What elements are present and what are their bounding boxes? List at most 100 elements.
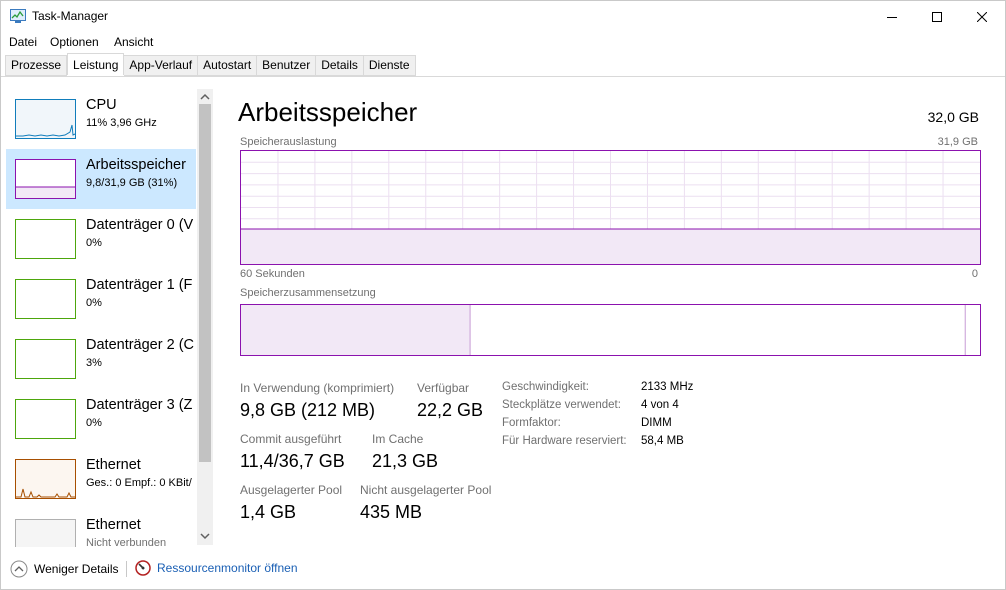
detail-key-speed: Geschwindigkeit: — [502, 381, 589, 393]
composition-in-use[interactable] — [241, 305, 471, 355]
disk-thumbnail — [15, 219, 76, 259]
cpu-thumbnail — [15, 99, 76, 139]
sidebar-item-arbeitsspeicher[interactable]: Arbeitsspeicher 9,8/31,9 GB (31%) — [6, 149, 196, 209]
in-use-value: 9,8 GB (212 MB) — [240, 400, 376, 420]
sidebar-item-datentraeger-1[interactable]: Datenträger 1 (F 0% — [6, 269, 196, 329]
tab-benutzer[interactable]: Benutzer — [257, 55, 317, 76]
sidebar-item-sub: 0% — [86, 237, 102, 249]
resource-monitor-icon — [135, 560, 151, 576]
sidebar-item-cpu[interactable]: CPU 11% 3,96 GHz — [6, 89, 196, 149]
performance-sidebar: CPU 11% 3,96 GHz Arbeitsspeicher 9,8/31,… — [6, 89, 196, 547]
commit-label: Commit ausgeführt — [240, 432, 342, 446]
composition-canvas — [241, 305, 966, 355]
memory-composition-bar[interactable] — [240, 304, 981, 356]
sidebar-item-sub: 0% — [86, 297, 102, 309]
cache-label: Im Cache — [372, 432, 424, 446]
disk-thumbnail — [15, 279, 76, 319]
sidebar-item-ethernet[interactable]: Ethernet Ges.: 0 Empf.: 0 KBit/ — [6, 449, 196, 509]
paged-pool-label: Ausgelagerter Pool — [240, 483, 343, 497]
detail-value-speed: 2133 MHz — [641, 381, 694, 393]
detail-value-reserved: 58,4 MB — [641, 435, 684, 447]
task-manager-icon — [10, 9, 26, 23]
resource-monitor-label: Ressourcenmonitor öffnen — [157, 561, 298, 575]
menu-optionen[interactable]: Optionen — [50, 35, 99, 49]
detail-value-form-factor: DIMM — [641, 417, 672, 429]
sidebar-item-sub: 0% — [86, 417, 102, 429]
sidebar-item-label: Datenträger 2 (C — [86, 337, 194, 353]
total-memory: 32,0 GB — [927, 109, 979, 125]
available-value: 22,2 GB — [417, 400, 484, 420]
sidebar-item-sub: Ges.: 0 Empf.: 0 KBit/ — [86, 477, 192, 489]
ethernet-thumbnail — [15, 519, 76, 547]
footer-bar: Weniger Details Ressourcenmonitor öffnen — [1, 553, 1005, 583]
sidebar-item-sub: 11% 3,96 GHz — [86, 117, 157, 129]
detail-value-slots: 4 von 4 — [641, 399, 679, 411]
sidebar-item-datentraeger-0[interactable]: Datenträger 0 (V 0% — [6, 209, 196, 269]
detail-key-reserved: Für Hardware reserviert: — [502, 435, 627, 447]
scroll-down-icon[interactable] — [200, 533, 210, 540]
minimize-icon — [887, 16, 897, 18]
menu-ansicht[interactable]: Ansicht — [114, 35, 153, 49]
tab-leistung[interactable]: Leistung — [67, 53, 125, 75]
composition-label: Speicherzusammensetzung — [240, 287, 376, 299]
in-use-label: In Verwendung (komprimiert) — [240, 381, 395, 395]
sidebar-item-sub: 3% — [86, 357, 102, 369]
sidebar-item-datentraeger-3[interactable]: Datenträger 3 (Z 0% — [6, 389, 196, 449]
sidebar-item-label: Ethernet — [86, 457, 141, 473]
memory-thumbnail — [15, 159, 76, 199]
detail-key-slots: Steckplätze verwendet: — [502, 399, 621, 411]
page-title: Arbeitsspeicher — [238, 97, 418, 127]
memory-usage-graph — [240, 150, 981, 265]
commit-value: 11,4/36,7 GB — [240, 451, 345, 471]
minimize-button[interactable] — [869, 1, 915, 32]
sidebar-item-sub: Nicht verbunden — [86, 537, 167, 547]
window-title: Task-Manager — [32, 9, 109, 23]
sidebar-item-label: Datenträger 3 (Z — [86, 397, 193, 413]
sidebar-item-sub: 9,8/31,9 GB (31%) — [86, 177, 178, 189]
disk-thumbnail — [15, 339, 76, 379]
maximize-icon — [932, 11, 942, 22]
fewer-details-button[interactable]: Weniger Details — [10, 560, 118, 578]
usage-graph-label: Speicherauslastung — [240, 136, 337, 148]
task-manager-window: Task-Manager Datei Optionen Ansicht Proz… — [0, 0, 1006, 590]
scroll-thumb[interactable] — [199, 104, 211, 462]
sidebar-item-label: Datenträger 1 (F — [86, 277, 193, 293]
sidebar-item-datentraeger-2[interactable]: Datenträger 2 (C 3% — [6, 329, 196, 389]
time-axis-right: 0 — [971, 268, 978, 280]
sidebar-item-label: Arbeitsspeicher — [86, 157, 186, 173]
sidebar-item-label: Datenträger 0 (V — [86, 217, 194, 233]
footer-divider — [126, 561, 127, 577]
usage-graph-canvas — [241, 151, 980, 264]
ethernet-thumbnail — [15, 459, 76, 499]
close-icon — [977, 11, 987, 22]
maximize-button[interactable] — [914, 1, 960, 32]
tab-prozesse[interactable]: Prozesse — [5, 55, 68, 76]
close-button[interactable] — [959, 1, 1005, 32]
cache-value: 21,3 GB — [372, 451, 439, 471]
detail-key-form-factor: Formfaktor: — [502, 417, 561, 429]
sidebar-scrollbar[interactable] — [197, 89, 213, 545]
fewer-details-label: Weniger Details — [34, 562, 119, 576]
tab-details[interactable]: Details — [316, 55, 364, 76]
scroll-up-icon[interactable] — [200, 93, 210, 100]
resource-monitor-link[interactable]: Ressourcenmonitor öffnen — [135, 560, 298, 576]
paged-pool-value: 1,4 GB — [240, 502, 297, 522]
sidebar-item-ethernet-disconnected[interactable]: Ethernet Nicht verbunden — [6, 509, 196, 547]
tab-app-verlauf[interactable]: App-Verlauf — [124, 55, 199, 76]
tab-dienste[interactable]: Dienste — [363, 55, 416, 76]
tab-strip: Prozesse Leistung App-Verlauf Autostart … — [5, 53, 416, 76]
menu-bar: Datei Optionen Ansicht — [1, 32, 1005, 52]
tab-divider — [1, 76, 1005, 77]
disk-thumbnail — [15, 399, 76, 439]
title-bar[interactable]: Task-Manager — [1, 1, 1005, 32]
chevron-up-circle-icon — [10, 560, 28, 578]
sidebar-item-label: Ethernet — [86, 517, 141, 533]
nonpaged-pool-label: Nicht ausgelagerter Pool — [360, 483, 492, 497]
sidebar-item-label: CPU — [86, 97, 117, 113]
menu-datei[interactable]: Datei — [9, 35, 37, 49]
usage-graph-max: 31,9 GB — [937, 136, 978, 148]
time-axis-left: 60 Sekunden — [240, 268, 305, 280]
tab-autostart[interactable]: Autostart — [198, 55, 258, 76]
nonpaged-pool-value: 435 MB — [360, 502, 423, 522]
available-label: Verfügbar — [417, 381, 470, 395]
